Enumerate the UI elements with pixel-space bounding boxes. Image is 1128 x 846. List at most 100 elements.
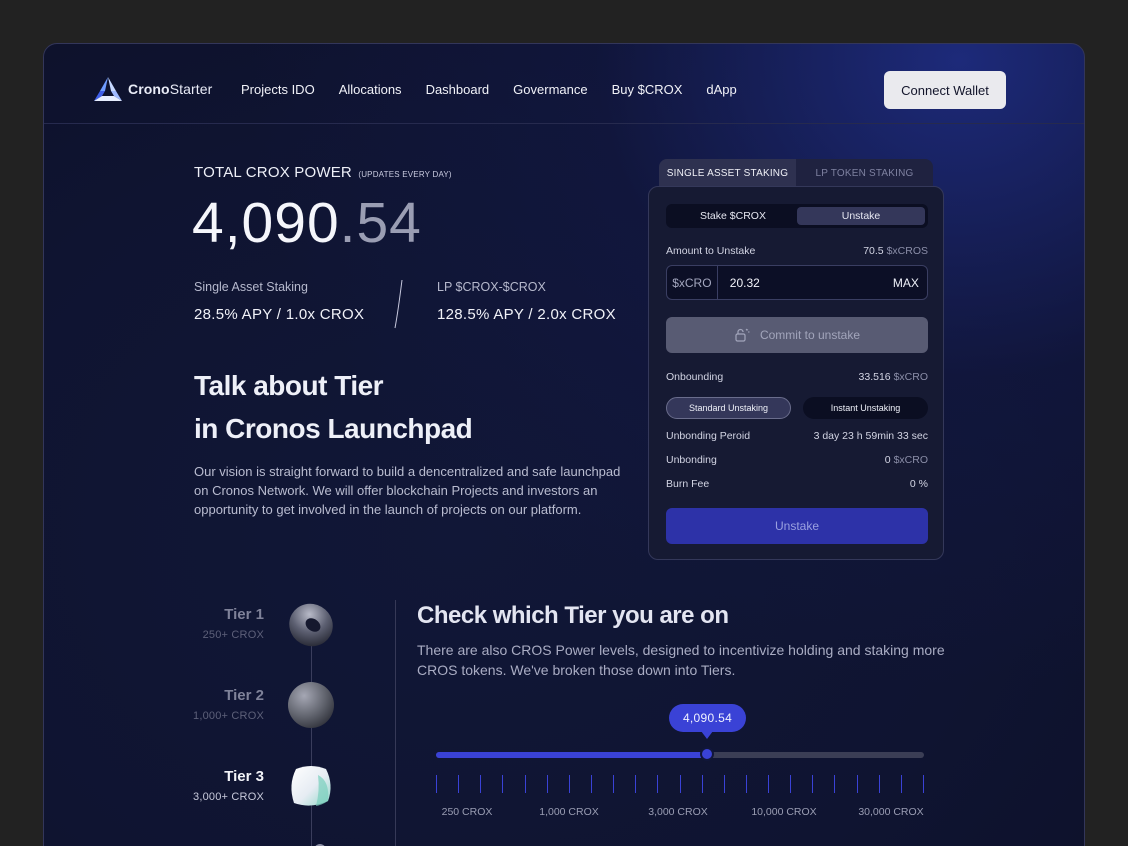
tab-lp-token-staking[interactable]: LP TOKEN STAKING <box>796 159 933 187</box>
period-row: Unbonding Peroid 3 day 23 h 59min 33 sec <box>666 430 928 442</box>
nav-projects-ido[interactable]: Projects IDO <box>241 82 315 97</box>
unbonding-label: Unbonding <box>666 454 717 466</box>
slider-tick <box>790 775 792 793</box>
slider-tick-label: 30,000 CROX <box>858 806 924 818</box>
balance-value: 70.5 <box>863 245 884 257</box>
stake-unstake-toggle: Stake $CROX Unstake <box>666 204 928 228</box>
slider-tick-label: 3,000 CROX <box>648 806 708 818</box>
slider-tick-label: 10,000 CROX <box>751 806 817 818</box>
torus-icon <box>289 603 333 647</box>
slider-tick <box>812 775 814 793</box>
top-header: CronoStarter Projects IDO Allocations Da… <box>44 44 1084 124</box>
commit-unstake-button[interactable]: Commit to unstake <box>666 317 928 353</box>
burn-fee-value: 0 % <box>909 478 928 490</box>
logo[interactable]: CronoStarter <box>94 77 212 101</box>
stake-segment[interactable]: Stake $CROX <box>669 207 797 225</box>
tier-requirement: 250+ CROX <box>202 629 264 641</box>
stat-label: Single Asset Staking <box>194 280 308 294</box>
cube-icon <box>291 766 331 806</box>
slider-tick <box>768 775 770 793</box>
unbonding-row: Unbonding 0 $xCRO <box>666 454 928 466</box>
main-nav: Projects IDO Allocations Dashboard Gover… <box>241 82 761 97</box>
tier-slider-track[interactable] <box>436 752 924 758</box>
slider-tick <box>436 775 437 793</box>
tier-name: Tier 2 <box>224 687 264 704</box>
amount-input[interactable] <box>717 266 885 299</box>
total-power-title: TOTAL CROX POWER (UPDATES EVERY DAY) <box>194 164 452 181</box>
logo-text: CronoStarter <box>128 81 213 97</box>
tier-name: Tier 3 <box>224 768 264 785</box>
onbounding-unit: $xCRO <box>893 371 928 383</box>
slider-tick-labels: 250 CROX 1,000 CROX 3,000 CROX 10,000 CROX 3… <box>436 806 924 820</box>
unstaking-mode-toggle: Standard Unstaking Instant Unstaking <box>666 397 928 419</box>
amount-balance: 70.5 $xCROS <box>863 245 928 257</box>
burn-fee-row: Burn Fee 0 % <box>666 478 928 490</box>
vision-description: Our vision is straight forward to build … <box>194 464 621 517</box>
nav-dashboard[interactable]: Dashboard <box>426 82 490 97</box>
stat-single-asset: Single Asset Staking 28.5% APY / 1.0x CR… <box>194 280 364 323</box>
unbonding-unit: $xCRO <box>893 454 928 466</box>
logo-mark-icon <box>94 77 122 101</box>
nav-buy-crox[interactable]: Buy $CROX <box>612 82 683 97</box>
slider-ticks <box>436 775 924 793</box>
onbounding-amount: 33.516 $xCRO <box>859 371 928 383</box>
bubble-pointer <box>701 731 713 739</box>
onbounding-row: Onbounding 33.516 $xCRO <box>666 371 928 383</box>
unstake-button[interactable]: Unstake <box>666 508 928 544</box>
unstake-segment[interactable]: Unstake <box>797 207 925 225</box>
max-button[interactable]: MAX <box>885 266 927 299</box>
tier-2[interactable]: Tier 2 1,000+ CROX <box>144 687 264 722</box>
onbounding-label: Onbounding <box>666 371 724 383</box>
nav-governance[interactable]: Govermance <box>513 82 587 97</box>
tier-requirement: 1,000+ CROX <box>193 710 264 722</box>
slider-value-bubble: 4,090.54 <box>669 704 746 732</box>
nav-dapp[interactable]: dApp <box>706 82 736 97</box>
tier-1[interactable]: Tier 1 250+ CROX <box>144 606 264 641</box>
burn-fee-label: Burn Fee <box>666 478 710 490</box>
standard-unstaking-button[interactable]: Standard Unstaking <box>666 397 791 419</box>
slider-tick <box>590 775 592 793</box>
amount-field: $xCRO MAX <box>666 265 928 300</box>
power-integer: 4,090 <box>192 191 340 255</box>
stat-label: LP $CROX-$CROX <box>437 280 546 294</box>
total-power-note: (UPDATES EVERY DAY) <box>358 170 452 179</box>
connect-wallet-button[interactable]: Connect Wallet <box>884 71 1006 109</box>
period-value: 3 day 23 h 59min 33 sec <box>813 430 928 442</box>
slider-tick <box>480 775 482 793</box>
onbounding-value: 33.516 <box>858 371 891 383</box>
stat-value: 128.5% APY / 2.0x CROX <box>437 306 616 323</box>
slider-tick <box>723 775 725 793</box>
stat-divider <box>394 279 403 329</box>
staking-tabs: SINGLE ASSET STAKING LP TOKEN STAKING <box>659 159 933 187</box>
total-power-value: 4,090.54 <box>192 190 422 256</box>
slider-tick <box>458 775 460 793</box>
tier-heading-line2: in Cronos Launchpad <box>194 413 473 444</box>
balance-unit: $xCROS <box>886 245 928 257</box>
tier-slider-thumb[interactable] <box>699 747 714 761</box>
unlock-icon <box>735 328 750 342</box>
slider-tick <box>568 775 570 793</box>
app-frame: CronoStarter Projects IDO Allocations Da… <box>43 43 1085 846</box>
slider-tick-label: 250 CROX <box>441 806 493 818</box>
check-tier-title: Check which Tier you are on <box>417 602 729 629</box>
tier-heading-line1: Talk about Tier <box>194 370 384 401</box>
slider-tick <box>878 775 880 793</box>
slider-tick <box>745 775 747 793</box>
token-label: $xCRO <box>667 266 718 299</box>
nav-allocations[interactable]: Allocations <box>339 82 402 97</box>
slider-tick <box>900 775 902 793</box>
tier-connector-line <box>311 644 312 846</box>
amount-row: Amount to Unstake 70.5 $xCROS <box>666 245 928 257</box>
tier-name: Tier 1 <box>224 606 264 623</box>
slider-tick <box>701 775 703 793</box>
tier-3[interactable]: Tier 3 3,000+ CROX <box>144 768 264 803</box>
tab-single-asset-staking[interactable]: SINGLE ASSET STAKING <box>659 159 796 187</box>
staking-panel: Stake $CROX Unstake Amount to Unstake 70… <box>648 186 944 560</box>
slider-tick <box>834 775 836 793</box>
sphere-icon <box>288 682 334 728</box>
slider-tick <box>657 775 659 793</box>
amount-label: Amount to Unstake <box>666 245 756 257</box>
tier-slider-fill <box>436 752 707 758</box>
period-label: Unbonding Peroid <box>666 430 751 442</box>
instant-unstaking-button[interactable]: Instant Unstaking <box>803 397 928 419</box>
